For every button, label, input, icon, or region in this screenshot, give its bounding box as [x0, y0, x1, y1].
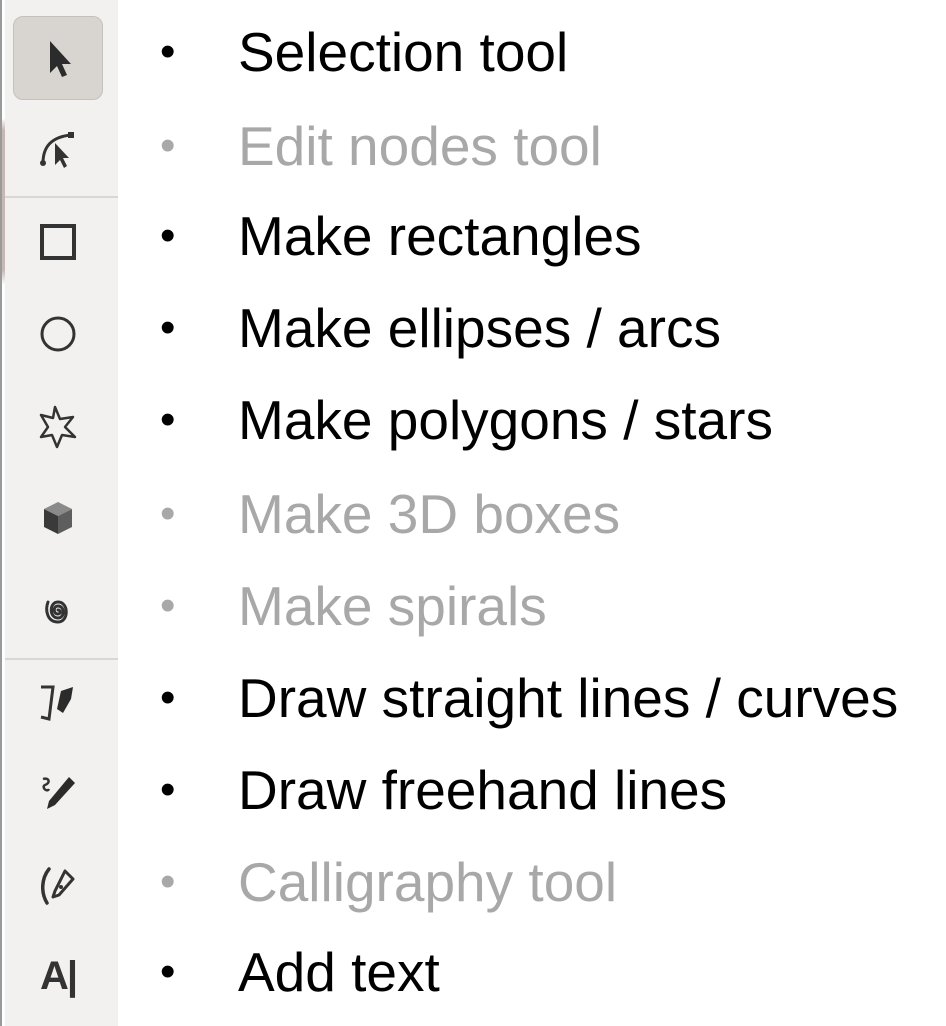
bullet: • — [160, 211, 176, 260]
list-item: • Selection tool — [160, 6, 568, 98]
list-item: • Make spirals — [160, 560, 547, 652]
list-item: • Add text — [160, 926, 440, 1018]
list-item: • Calligraphy tool — [160, 836, 617, 928]
tool-description: Selection tool — [238, 20, 569, 83]
tool-description: Make spirals — [238, 574, 547, 637]
bullet: • — [160, 765, 176, 814]
list-item: • Make 3D boxes — [160, 468, 620, 560]
tool-description: Edit nodes tool — [238, 114, 602, 177]
list-item: • Make rectangles — [160, 190, 642, 282]
bullet: • — [160, 489, 176, 538]
tool-description: Calligraphy tool — [238, 850, 618, 913]
bullet: • — [160, 395, 176, 444]
list-item: • Make polygons / stars — [160, 374, 773, 466]
list-item: • Make ellipses / arcs — [160, 282, 721, 374]
tool-description: Add text — [238, 940, 440, 1003]
bullet: • — [160, 581, 176, 630]
list-item: • Draw straight lines / curves — [160, 652, 898, 744]
tool-description: Make polygons / stars — [238, 388, 773, 451]
list-item: • Edit nodes tool — [160, 100, 602, 192]
bullet: • — [160, 303, 176, 352]
bullet: • — [160, 673, 176, 722]
tool-description: Make ellipses / arcs — [238, 296, 721, 359]
bullet: • — [160, 947, 176, 996]
tool-description-list: • Selection tool • Edit nodes tool • Make rec… — [0, 0, 946, 1026]
bullet: • — [160, 27, 176, 76]
list-item: • Draw freehand lines — [160, 744, 727, 836]
tool-description: Draw straight lines / curves — [238, 666, 899, 729]
bullet: • — [160, 121, 176, 170]
tool-description: Make 3D boxes — [238, 482, 621, 545]
bullet: • — [160, 857, 176, 906]
tool-description: Draw freehand lines — [238, 758, 728, 821]
tool-description: Make rectangles — [238, 204, 642, 267]
